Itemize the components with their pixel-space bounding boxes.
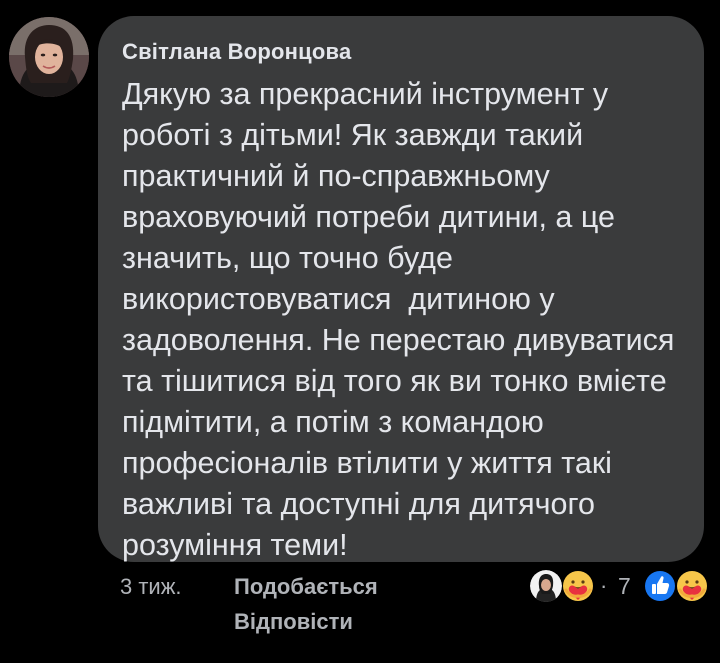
reactions-summary[interactable]: · 7	[528, 568, 712, 604]
reactions-separator: ·	[600, 573, 608, 598]
comment-text-line: використовуватися дитиною у	[122, 282, 555, 316]
care-emoji-icon	[562, 570, 594, 602]
care-emoji-icon	[676, 570, 708, 602]
comment-text-line: практичний й по-справжньому	[122, 159, 550, 193]
avatar-photo	[9, 17, 89, 97]
comment-text-line: роботі з дітьми! Як завжди такий	[122, 118, 584, 152]
comment-text-line: розуміння теми!	[122, 528, 348, 562]
comment-timestamp[interactable]: 3 тиж.	[120, 574, 182, 600]
profile-thumbnail-icon	[530, 570, 562, 602]
comment-text-line: важливі та доступні для дитячого	[122, 487, 595, 521]
comment-text-line: Дякую за прекрасний інструмент у	[122, 77, 609, 111]
comment-text-line: та тішитися від того як ви тонко вмієте	[122, 364, 667, 398]
comment-text: Дякую за прекрасний інструмент у роботі …	[122, 74, 692, 566]
comment-text-line: задоволення. Не перестаю дивуватися	[122, 323, 675, 357]
like-button[interactable]: Подобається	[234, 574, 378, 600]
comment-thread: Світлана Воронцова Дякую за прекрасний і…	[0, 0, 720, 663]
avatar[interactable]	[9, 17, 89, 97]
comment-text-line: значить, що точно буде	[122, 241, 453, 275]
reactions-count[interactable]: 7	[618, 573, 631, 600]
comment-author-name[interactable]: Світлана Воронцова	[122, 39, 351, 65]
comment-text-line: підмітити, а потім з командою	[122, 405, 544, 439]
comment-text-line: враховуючий потреби дитини, а це	[122, 200, 615, 234]
comment-bubble: Світлана Воронцова Дякую за прекрасний і…	[98, 16, 704, 562]
reply-button[interactable]: Відповісти	[234, 609, 353, 635]
like-thumb-icon	[644, 570, 676, 602]
comment-text-line: професіоналів втілити у життя такі	[122, 446, 612, 480]
